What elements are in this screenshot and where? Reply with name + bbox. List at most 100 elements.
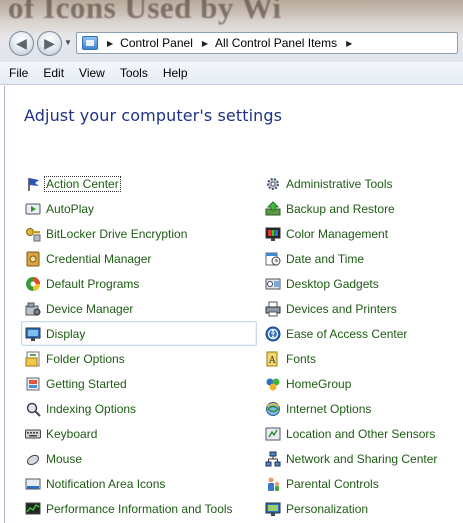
- autoplay-icon: [25, 201, 41, 217]
- item-default-programs[interactable]: Default Programs: [21, 271, 257, 296]
- menu-bar: File Edit View Tools Help: [0, 62, 463, 85]
- background-caption: of Icons Used by Wi: [8, 0, 282, 25]
- item-autoplay[interactable]: AutoPlay: [21, 196, 257, 221]
- personalization-icon: [265, 501, 281, 517]
- items-column-left: Action Center AutoPlay BitLocker Drive E…: [21, 171, 257, 521]
- menu-edit[interactable]: Edit: [37, 66, 70, 80]
- item-personalization[interactable]: Personalization: [261, 496, 461, 521]
- recent-pages-dropdown[interactable]: ▼: [64, 38, 72, 47]
- item-getting-started[interactable]: Getting Started: [21, 371, 257, 396]
- monitor-icon: [25, 326, 41, 342]
- window-title-area: of Icons Used by Wi ◀ ▶ ▼ ▶ Control Pane…: [0, 0, 463, 62]
- item-label: Keyboard: [46, 426, 98, 441]
- getting-started-icon: [25, 376, 41, 392]
- chevron-right-icon[interactable]: ▶: [107, 39, 113, 48]
- item-action-center[interactable]: Action Center: [21, 171, 257, 196]
- item-notification-area-icons[interactable]: Notification Area Icons: [21, 471, 257, 496]
- menu-tools[interactable]: Tools: [114, 66, 154, 80]
- item-network-sharing[interactable]: Network and Sharing Center: [261, 446, 461, 471]
- back-button[interactable]: ◀: [9, 31, 34, 56]
- item-backup-restore[interactable]: Backup and Restore: [261, 196, 461, 221]
- homegroup-icon: [265, 376, 281, 392]
- date-time-icon: [265, 251, 281, 267]
- item-label: Network and Sharing Center: [286, 451, 438, 466]
- chevron-right-icon[interactable]: ▶: [346, 39, 352, 48]
- item-label: Location and Other Sensors: [286, 426, 436, 441]
- notification-area-icon: [25, 476, 41, 492]
- parental-controls-icon: [265, 476, 281, 492]
- item-mouse[interactable]: Mouse: [21, 446, 257, 471]
- item-display[interactable]: Display: [21, 321, 257, 346]
- breadcrumb-control-panel[interactable]: Control Panel: [120, 36, 193, 50]
- fonts-icon: A: [265, 351, 281, 367]
- item-homegroup[interactable]: HomeGroup: [261, 371, 461, 396]
- item-label: Default Programs: [46, 276, 140, 291]
- item-label: Device Manager: [46, 301, 134, 316]
- indexing-icon: [25, 401, 41, 417]
- item-parental-controls[interactable]: Parental Controls: [261, 471, 461, 496]
- item-label: Fonts: [286, 351, 317, 366]
- item-label: Display: [46, 326, 86, 341]
- item-label: Notification Area Icons: [46, 476, 166, 491]
- item-indexing-options[interactable]: Indexing Options: [21, 396, 257, 421]
- item-label: BitLocker Drive Encryption: [46, 226, 188, 241]
- item-keyboard[interactable]: Keyboard: [21, 421, 257, 446]
- item-label: AutoPlay: [46, 201, 95, 216]
- item-location-sensors[interactable]: Location and Other Sensors: [261, 421, 461, 446]
- item-desktop-gadgets[interactable]: Desktop Gadgets: [261, 271, 461, 296]
- arrow-left-icon: ◀: [16, 35, 27, 51]
- menu-help[interactable]: Help: [157, 66, 194, 80]
- item-devices-printers[interactable]: Devices and Printers: [261, 296, 461, 321]
- admin-tools-icon: [265, 176, 281, 192]
- item-label: Devices and Printers: [286, 301, 397, 316]
- item-label: Ease of Access Center: [286, 326, 408, 341]
- address-bar[interactable]: ▶ Control Panel ▶ All Control Panel Item…: [76, 32, 458, 54]
- item-label: Administrative Tools: [286, 176, 393, 191]
- key-lock-icon: [25, 226, 41, 242]
- arrow-right-icon: ▶: [44, 35, 55, 51]
- menu-view[interactable]: View: [73, 66, 111, 80]
- internet-options-icon: [265, 401, 281, 417]
- item-performance-information[interactable]: Performance Information and Tools: [21, 496, 257, 521]
- item-internet-options[interactable]: Internet Options: [261, 396, 461, 421]
- menu-file[interactable]: File: [3, 66, 34, 80]
- printer-icon: [265, 301, 281, 317]
- item-device-manager[interactable]: Device Manager: [21, 296, 257, 321]
- control-panel-content: Adjust your computer's settings Action C…: [4, 86, 463, 523]
- item-fonts[interactable]: A Fonts: [261, 346, 461, 371]
- items-column-right: Administrative Tools Backup and Restore …: [261, 171, 461, 521]
- item-credential-manager[interactable]: Credential Manager: [21, 246, 257, 271]
- performance-icon: [25, 501, 41, 517]
- item-label: Color Management: [286, 226, 389, 241]
- folder-options-icon: [25, 351, 41, 367]
- item-label: Backup and Restore: [286, 201, 395, 216]
- device-manager-icon: [25, 301, 41, 317]
- sensors-icon: [265, 426, 281, 442]
- gadgets-icon: [265, 276, 281, 292]
- item-label: Action Center: [44, 175, 121, 192]
- item-ease-of-access[interactable]: Ease of Access Center: [261, 321, 461, 346]
- item-label: Getting Started: [46, 376, 127, 391]
- network-icon: [265, 451, 281, 467]
- item-color-management[interactable]: Color Management: [261, 221, 461, 246]
- vault-icon: [25, 251, 41, 267]
- ease-of-access-icon: [265, 326, 281, 342]
- item-label: Personalization: [286, 501, 369, 516]
- item-label: HomeGroup: [286, 376, 352, 391]
- item-folder-options[interactable]: Folder Options: [21, 346, 257, 371]
- control-panel-icon: [82, 36, 98, 50]
- item-label: Performance Information and Tools: [46, 501, 233, 516]
- item-label: Mouse: [46, 451, 83, 466]
- item-label: Folder Options: [46, 351, 125, 366]
- forward-button[interactable]: ▶: [37, 31, 62, 56]
- flag-icon: [25, 176, 41, 192]
- item-label: Desktop Gadgets: [286, 276, 379, 291]
- keyboard-icon: [25, 426, 41, 442]
- item-administrative-tools[interactable]: Administrative Tools: [261, 171, 461, 196]
- item-date-time[interactable]: Date and Time: [261, 246, 461, 271]
- breadcrumb-all-items[interactable]: All Control Panel Items: [215, 36, 337, 50]
- page-title: Adjust your computer's settings: [24, 106, 283, 125]
- chevron-right-icon[interactable]: ▶: [202, 39, 208, 48]
- mouse-icon: [25, 451, 41, 467]
- item-bitlocker[interactable]: BitLocker Drive Encryption: [21, 221, 257, 246]
